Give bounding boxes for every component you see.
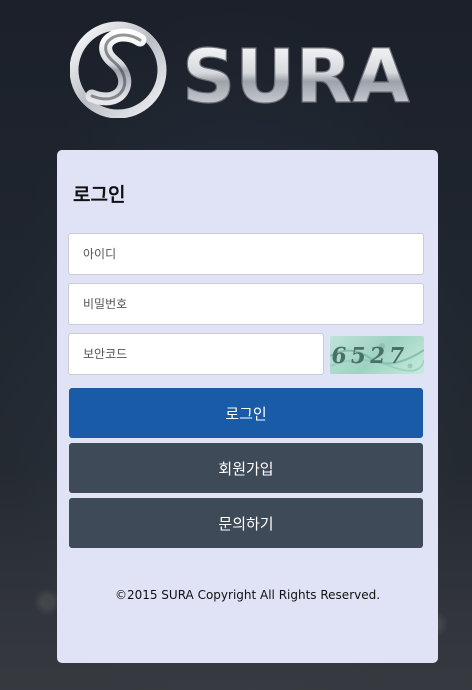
logo-wordmark: SURA <box>182 34 410 118</box>
sura-logo: SURA <box>70 21 410 118</box>
captcha-code: 6527 <box>330 343 410 369</box>
page-title: 로그인 <box>73 184 126 206</box>
login-panel: 로그인 6527 로그인 회원가입 문의하기 ©2015 SURA Copyri… <box>57 150 438 663</box>
copyright-text: ©2015 SURA Copyright All Rights Reserved… <box>114 588 381 602</box>
captcha-image: 6527 <box>330 336 424 374</box>
id-input[interactable] <box>68 233 424 275</box>
inquiry-button[interactable]: 문의하기 <box>69 498 423 548</box>
password-input[interactable] <box>68 283 424 325</box>
sura-emblem-icon <box>70 21 167 118</box>
login-button[interactable]: 로그인 <box>69 388 423 438</box>
captcha-input[interactable] <box>68 333 324 375</box>
join-button[interactable]: 회원가입 <box>69 443 423 493</box>
